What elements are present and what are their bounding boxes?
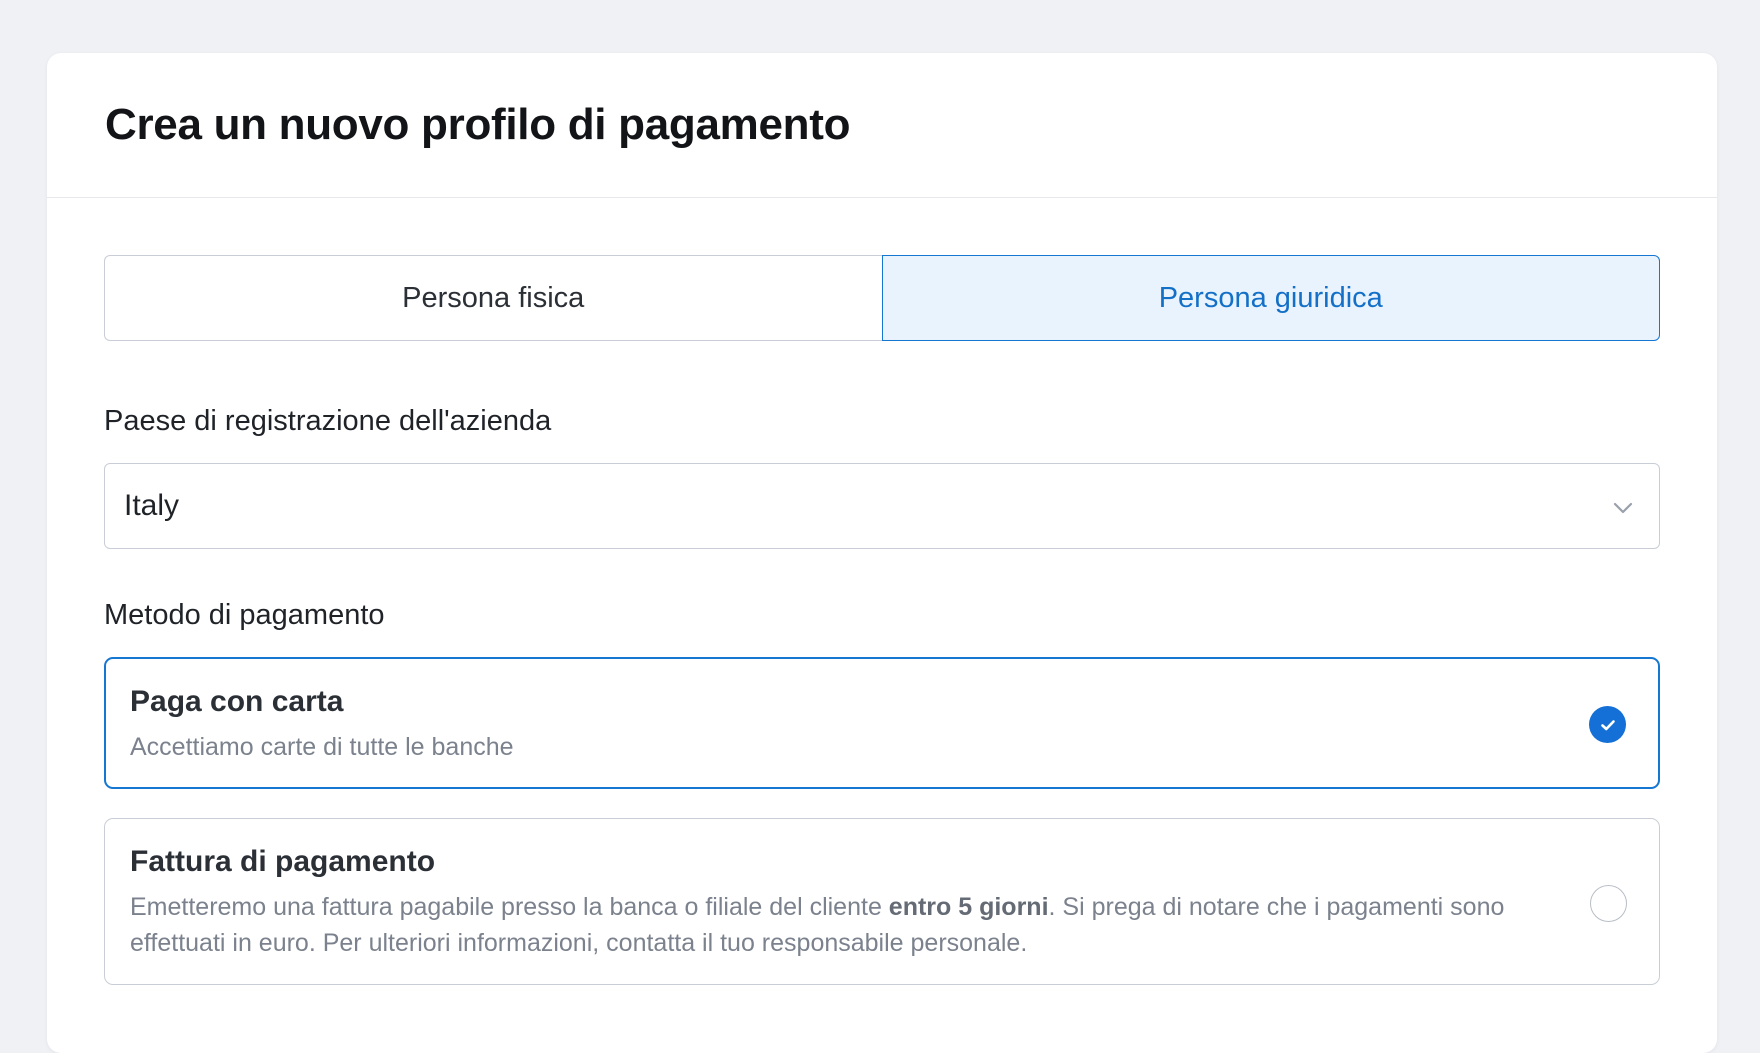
payment-method-label: Metodo di pagamento (104, 599, 385, 631)
tab-persona-giuridica[interactable]: Persona giuridica (881, 255, 1660, 341)
card-body: Persona fisica Persona giuridica Paese d… (47, 198, 1717, 985)
payment-option-card-title: Paga con carta (130, 685, 344, 718)
card-header: Crea un nuovo profilo di pagamento (47, 53, 1717, 198)
invoice-description-start: Emetteremo una fattura pagabile presso l… (130, 893, 889, 921)
country-select-value: Italy (124, 489, 180, 522)
tab-persona-fisica[interactable]: Persona fisica (104, 255, 882, 341)
check-circle-icon[interactable] (1589, 706, 1626, 743)
country-label: Paese di registrazione dell'azienda (104, 405, 552, 437)
payment-option-invoice-description: Emetteremo una fattura pagabile presso l… (130, 889, 1549, 961)
country-select[interactable]: Italy (104, 463, 1660, 549)
chevron-down-icon (1611, 494, 1635, 518)
payment-option-card[interactable]: Paga con carta Accettiamo carte di tutte… (104, 657, 1660, 789)
page-title: Crea un nuovo profilo di pagamento (105, 100, 851, 149)
payment-option-invoice-title: Fattura di pagamento (130, 845, 436, 878)
entity-type-toggle: Persona fisica Persona giuridica (104, 255, 1660, 341)
payment-profile-card: Crea un nuovo profilo di pagamento Perso… (47, 53, 1717, 1053)
payment-option-card-description: Accettiamo carte di tutte le banche (130, 733, 514, 761)
invoice-description-deadline: entro 5 giorni (888, 893, 1049, 921)
payment-option-invoice[interactable]: Fattura di pagamento Emetteremo una fatt… (104, 818, 1660, 985)
radio-empty-icon[interactable] (1590, 885, 1627, 922)
